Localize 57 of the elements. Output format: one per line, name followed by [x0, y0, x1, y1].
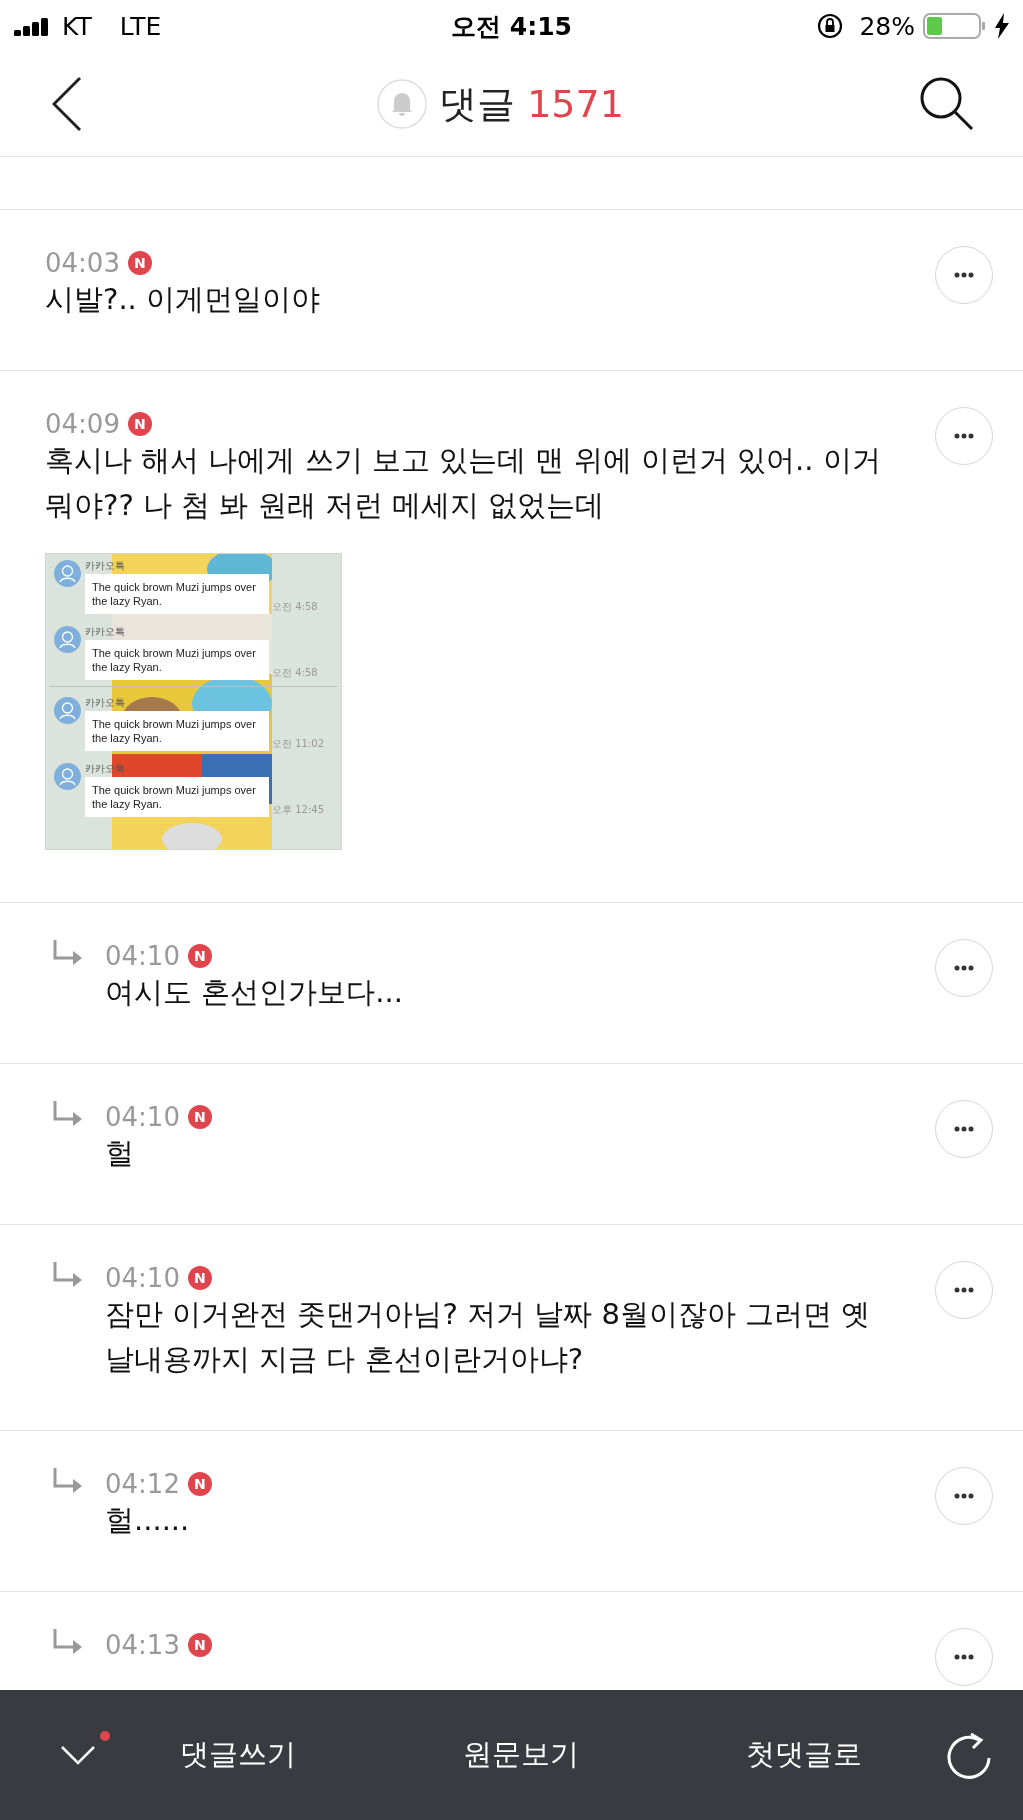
ellipsis-icon: [954, 1654, 974, 1660]
message-bubble: The quick brown Muzi jumps over the lazy Ryan.: [85, 777, 269, 817]
new-badge: N: [127, 412, 152, 436]
new-badge: N: [127, 251, 152, 275]
bell-icon[interactable]: [377, 79, 428, 129]
carrier: KT: [62, 11, 92, 41]
comment-count: 1571: [527, 82, 624, 126]
message-bubble: The quick brown Muzi jumps over the lazy Ryan.: [85, 640, 269, 680]
ellipsis-icon: [954, 272, 974, 278]
comment-time: 04:10: [105, 1102, 180, 1132]
message-bubble: The quick brown Muzi jumps over the lazy Ryan.: [85, 574, 269, 614]
toolbar-button[interactable]: 원문보기: [379, 1725, 662, 1785]
ellipsis-icon: [954, 1126, 974, 1132]
chat-screenshot[interactable]: [45, 553, 342, 850]
charging-icon: [995, 13, 1009, 39]
ellipsis-icon: [954, 1287, 974, 1293]
message-time: 오전 11:02: [272, 737, 324, 751]
new-badge: N: [187, 1472, 212, 1496]
battery-percent: 28%: [859, 11, 915, 41]
comment-time: 04:10: [105, 941, 180, 971]
comment-text: 혹시나 해서 나에게 쓰기 보고 있는데 맨 위에 이런거 있어.. 이거 뭐야?? 나 첨 봐 원래 저런 메세지 없었는데: [45, 442, 882, 524]
comment-text: 여시도 혼선인가보다...: [105, 974, 404, 1011]
comment-time: 04:13: [105, 1630, 180, 1660]
comment-text: 잠만 이거완전 좃댄거아님? 저거 날짜 8월이잖아 그러면 옛날내용까지 지금 다 혼선이란거아냐?: [105, 1296, 872, 1378]
back-button[interactable]: [52, 76, 82, 132]
clock: 오전 4:15: [451, 11, 572, 41]
ellipsis-icon: [954, 965, 974, 971]
comments-title: 댓글: [439, 80, 516, 128]
avatar-icon: [54, 626, 81, 653]
toolbar-button[interactable]: 첫댓글로: [662, 1725, 945, 1785]
new-badge: N: [187, 1105, 212, 1129]
comment-text: 헐......: [105, 1502, 191, 1539]
search-button[interactable]: [919, 76, 975, 132]
new-badge: N: [187, 944, 212, 968]
battery-icon: [923, 12, 987, 40]
rotation-lock-icon: [817, 13, 844, 39]
comment-time: 04:09: [45, 409, 120, 439]
new-badge: N: [187, 1633, 212, 1657]
message-time: 오전 4:58: [272, 600, 318, 614]
refresh-button[interactable]: [945, 1730, 993, 1780]
ellipsis-icon: [954, 433, 974, 439]
message-time: 오전 4:58: [272, 666, 318, 680]
avatar-icon: [54, 697, 81, 724]
comment-time: 04:12: [105, 1469, 180, 1499]
comment-time: 04:03: [45, 248, 120, 278]
new-badge: N: [187, 1266, 212, 1290]
avatar-icon: [54, 560, 81, 587]
network-type: LTE: [119, 11, 162, 41]
comment-text: 헐: [105, 1135, 135, 1172]
sender-name: 카카오톡: [85, 626, 126, 638]
message-time: 오후 12:45: [272, 803, 324, 817]
toolbar-button[interactable]: 댓글쓰기: [96, 1725, 379, 1785]
message-bubble: The quick brown Muzi jumps over the lazy Ryan.: [85, 711, 269, 751]
ellipsis-icon: [954, 1493, 974, 1499]
comment-time: 04:10: [105, 1263, 180, 1293]
comment-text: 시발?.. 이게먼일이야: [45, 281, 322, 318]
avatar-icon: [54, 763, 81, 790]
